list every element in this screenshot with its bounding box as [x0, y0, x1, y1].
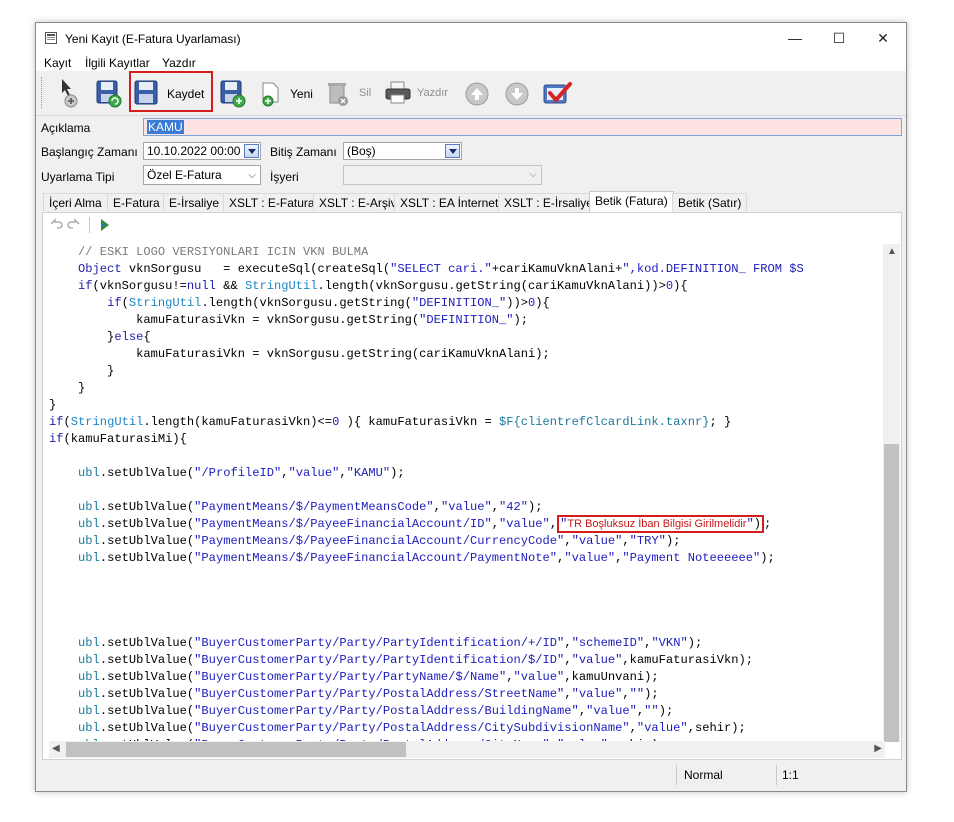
uyarlama-value: Özel E-Fatura: [147, 168, 222, 182]
toolbar-separator: [89, 217, 90, 233]
aciklama-label: Açıklama: [41, 121, 91, 135]
tab-xslt-e-arsiv[interactable]: XSLT : E-Arşiv: [313, 193, 403, 211]
vertical-scroll-thumb[interactable]: [884, 444, 899, 742]
run-script-icon[interactable]: [99, 218, 111, 232]
arrow-down-icon[interactable]: [504, 81, 530, 107]
status-separator: [676, 765, 677, 785]
close-button[interactable]: ✕: [861, 23, 905, 53]
bitis-label: Bitiş Zamanı: [270, 145, 337, 159]
chevron-down-icon: ⌵: [529, 169, 537, 180]
uyarlama-select[interactable]: Özel E-Fatura ⌵: [143, 165, 261, 185]
scroll-left-icon[interactable]: ◀: [52, 743, 60, 754]
pointer-add-icon[interactable]: [56, 77, 84, 109]
tab-betik-fatura[interactable]: Betik (Fatura): [589, 191, 674, 212]
tab-e-fatura[interactable]: E-Fatura: [107, 193, 166, 211]
delete-icon: [328, 83, 348, 106]
bitis-datetime-field[interactable]: (Boş): [343, 142, 462, 160]
status-bar: Normal 1:1: [36, 761, 906, 791]
horizontal-scrollbar[interactable]: ◀ ▶: [49, 741, 885, 758]
isyeri-select[interactable]: ⌵: [343, 165, 542, 185]
save-icon[interactable]: [133, 79, 161, 107]
tab-xslt-ea-internet[interactable]: XSLT : EA İnternet: [394, 193, 505, 211]
delete-button: Sil: [359, 87, 372, 99]
tab-xslt-e-irsaliye[interactable]: XSLT : E-İrsaliye: [498, 193, 599, 211]
aciklama-value: KAMU: [147, 120, 184, 134]
menu-ilgili-kayitlar[interactable]: İlgili Kayıtlar: [85, 56, 150, 70]
scroll-up-icon[interactable]: ▲: [887, 246, 897, 257]
menu-bar: Kayıt İlgili Kayıtlar Yazdır: [36, 53, 906, 71]
save-refresh-icon[interactable]: [94, 79, 124, 109]
new-document-icon[interactable]: [260, 80, 282, 108]
maximize-button[interactable]: ☐: [817, 23, 861, 53]
bitis-value: (Boş): [347, 144, 376, 158]
vertical-scrollbar[interactable]: ▲: [883, 244, 900, 742]
redo-icon[interactable]: [67, 218, 81, 232]
checklist-approve-icon[interactable]: [541, 79, 573, 109]
iban-highlight-box: "TR Boşluksuz İban Bilgisi Girilmelidir"…: [557, 515, 764, 533]
arrow-up-icon[interactable]: [464, 81, 490, 107]
baslangic-datetime-field[interactable]: 10.10.2022 00:00: [143, 142, 261, 160]
editor-toolbar: [43, 213, 901, 237]
chevron-down-icon[interactable]: [244, 144, 259, 158]
iban-placeholder-text: TR Boşluksuz İban Bilgisi Girilmelidir: [567, 518, 747, 530]
baslangic-label: Başlangıç Zamanı: [41, 145, 138, 159]
title-bar: Yeni Kayıt (E-Fatura Uyarlaması) — ☐ ✕: [36, 23, 906, 53]
app-icon: [45, 32, 57, 44]
save-new-icon[interactable]: [218, 79, 248, 109]
tab-e-irsaliye[interactable]: E-İrsaliye: [163, 193, 226, 211]
undo-icon[interactable]: [49, 218, 63, 232]
print-button[interactable]: Yazdır: [417, 87, 448, 99]
menu-kayit[interactable]: Kayıt: [44, 56, 71, 70]
toolbar: Kaydet Yeni Sil Yazdır: [36, 71, 906, 116]
minimize-button[interactable]: —: [773, 23, 817, 53]
toolbar-grip[interactable]: [41, 77, 45, 109]
baslangic-value: 10.10.2022 00:00: [147, 144, 241, 158]
aciklama-field[interactable]: KAMU: [143, 118, 902, 136]
chevron-down-icon: ⌵: [248, 170, 256, 181]
printer-icon[interactable]: [384, 80, 412, 106]
tab-betik-satir[interactable]: Betik (Satır): [672, 193, 748, 211]
menu-yazdir[interactable]: Yazdır: [162, 56, 196, 70]
save-button[interactable]: Kaydet: [167, 87, 204, 101]
main-window: Yeni Kayıt (E-Fatura Uyarlaması) — ☐ ✕ K…: [35, 22, 907, 792]
uyarlama-label: Uyarlama Tipi: [41, 170, 115, 184]
tab-xslt-e-fatura[interactable]: XSLT : E-Fatura: [223, 193, 321, 211]
script-panel: // ESKI LOGO VERSIYONLARI ICIN VKN BULMA…: [42, 212, 902, 760]
tab-iceri-alma[interactable]: İçeri Alma: [43, 193, 108, 211]
code-text[interactable]: // ESKI LOGO VERSIYONLARI ICIN VKN BULMA…: [49, 244, 885, 742]
editor-mode: Normal: [684, 768, 723, 782]
code-editor[interactable]: // ESKI LOGO VERSIYONLARI ICIN VKN BULMA…: [49, 244, 885, 742]
horizontal-scroll-thumb[interactable]: [66, 742, 406, 757]
scroll-right-icon[interactable]: ▶: [874, 743, 882, 754]
cursor-position: 1:1: [782, 768, 799, 782]
chevron-down-icon[interactable]: [445, 144, 460, 158]
status-separator: [776, 765, 777, 785]
isyeri-label: İşyeri: [270, 170, 299, 184]
window-title: Yeni Kayıt (E-Fatura Uyarlaması): [65, 32, 241, 46]
new-button[interactable]: Yeni: [290, 87, 313, 101]
